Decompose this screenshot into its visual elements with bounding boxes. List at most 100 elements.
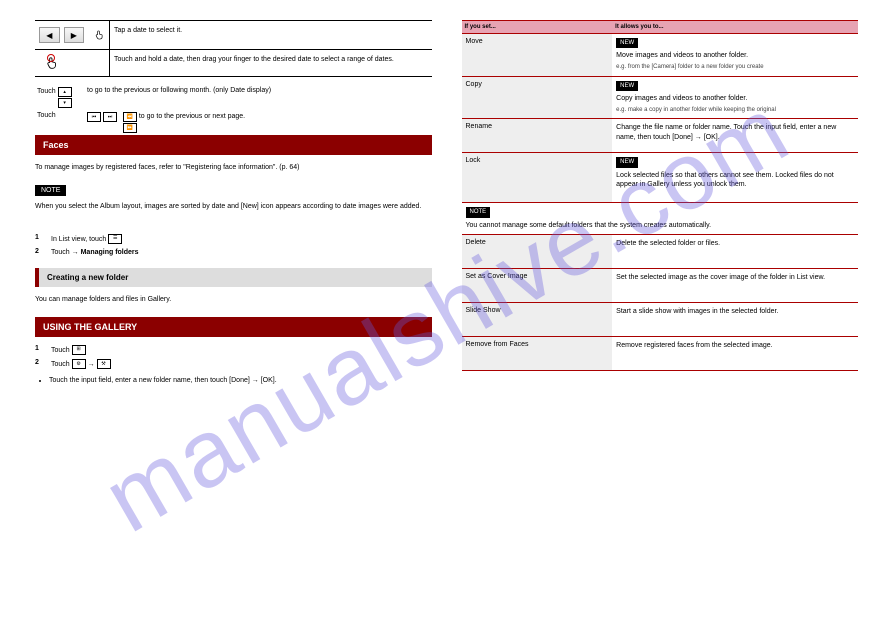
step: 1 Touch ⊞ bbox=[35, 345, 432, 356]
footer-right: to go to the previous or following month… bbox=[85, 85, 432, 110]
arrow: → bbox=[88, 361, 95, 368]
table-cell: Tap a date to select it. bbox=[110, 21, 432, 49]
table-row: Lock NEW Lock selected files so that oth… bbox=[462, 153, 859, 203]
left-column: ◀ ▶ Tap a date to select it. Touch and h… bbox=[35, 20, 432, 393]
header-cell: It allows you to... bbox=[612, 21, 858, 33]
up-icon: ▴ bbox=[58, 87, 72, 97]
note-tag: NOTE bbox=[35, 185, 66, 196]
table-cell: NEW Copy images and videos to another fo… bbox=[612, 77, 858, 119]
content-text: To manage images by registered faces, re… bbox=[35, 161, 432, 175]
table-row: Set as Cover Image Set the selected imag… bbox=[462, 269, 859, 303]
step-text: In List view, touch ☰ bbox=[51, 234, 432, 245]
list-icon: ☰ bbox=[108, 234, 122, 244]
skip-next-icon: ⏩ bbox=[123, 123, 137, 133]
table-row: Copy NEW Copy images and videos to anoth… bbox=[462, 77, 859, 120]
new-tag: NEW bbox=[616, 81, 638, 91]
text: to go to the previous or next page. bbox=[139, 113, 245, 120]
right-column: If you set... It allows you to... Move N… bbox=[462, 20, 859, 393]
table-row: Move NEW Move images and videos to anoth… bbox=[462, 34, 859, 77]
section-header-gallery: USING THE GALLERY bbox=[35, 317, 432, 337]
text: Touch bbox=[51, 347, 70, 354]
example-text: e.g. make a copy in another folder while… bbox=[616, 106, 854, 114]
touch-hold-hand-icon bbox=[45, 56, 59, 70]
step-text: Touch ⊞ bbox=[51, 345, 432, 356]
step: 2 Touch → Managing folders bbox=[35, 248, 432, 258]
table-row: Remove from Faces Remove registered face… bbox=[462, 337, 859, 371]
list-item: Touch the input field, enter a new folde… bbox=[49, 376, 432, 387]
table-cell: Delete bbox=[462, 235, 613, 268]
text: Touch bbox=[51, 361, 70, 368]
content-text: You can manage folders and files in Gall… bbox=[35, 293, 432, 307]
touch-cell bbox=[35, 50, 110, 76]
tools-icon: ⚒ bbox=[97, 359, 111, 369]
skip-prev-icon: ⏪ bbox=[123, 112, 137, 122]
footer-row: Touch ▴ ▾ to go to the previous or follo… bbox=[35, 85, 432, 110]
table-cell: Touch and hold a date, then drag your fi… bbox=[110, 50, 432, 76]
note-text: You cannot manage some default folders t… bbox=[466, 221, 855, 231]
section-header-faces: Faces bbox=[35, 135, 432, 155]
prev-page-icon: ⏮ bbox=[87, 112, 101, 122]
table-cell: Remove from Faces bbox=[462, 337, 613, 370]
table-cell: Slide Show bbox=[462, 303, 613, 336]
step-text: Touch ⚙ → ⚒ bbox=[51, 359, 432, 370]
table-row: Rename Change the file name or folder na… bbox=[462, 119, 859, 153]
example-text: e.g. from the [Camera] folder to a new f… bbox=[616, 63, 854, 71]
step: 2 Touch ⚙ → ⚒ bbox=[35, 359, 432, 370]
bullet-list: Touch the input field, enter a new folde… bbox=[49, 376, 432, 387]
text: Move images and videos to another folder… bbox=[616, 51, 854, 61]
table-cell: Copy bbox=[462, 77, 613, 119]
text: Lock selected files so that others canno… bbox=[616, 171, 854, 191]
next-page-icon: ⏭ bbox=[103, 112, 117, 122]
table-cell: NEW Move images and videos to another fo… bbox=[612, 34, 858, 76]
table-cell: Set the selected image as the cover imag… bbox=[612, 269, 858, 302]
new-tag: NEW bbox=[616, 38, 638, 48]
text: Change the file name or folder name. Tou… bbox=[616, 123, 854, 143]
text: to go to the previous or following month… bbox=[87, 87, 430, 94]
table-cell: Remove registered faces from the selecte… bbox=[612, 337, 858, 370]
prev-button[interactable]: ◀ bbox=[39, 27, 60, 43]
table-cell: NEW Lock selected files so that others c… bbox=[612, 153, 858, 202]
table-header: If you set... It allows you to... bbox=[462, 20, 859, 34]
table-row: ◀ ▶ Tap a date to select it. bbox=[35, 20, 432, 49]
step-number: 2 bbox=[35, 248, 45, 255]
step: 1 In List view, touch ☰ bbox=[35, 234, 432, 245]
step-number: 1 bbox=[35, 234, 45, 241]
footer-left: Touch ▴ ▾ bbox=[35, 85, 85, 110]
text: Touch bbox=[37, 88, 56, 95]
nav-cell: ◀ ▶ bbox=[35, 21, 110, 49]
table-cell: Move bbox=[462, 34, 613, 76]
footer-row: Touch ⏮ ⏭ ⏪ ⏩ to go to the previous or n… bbox=[35, 110, 432, 135]
arrow: → bbox=[72, 249, 79, 256]
tap-hand-icon bbox=[94, 28, 105, 42]
note-block: NOTE When you select the Album layout, i… bbox=[35, 185, 432, 214]
table-cell: Start a slide show with images in the se… bbox=[612, 303, 858, 336]
text: Touch bbox=[37, 112, 56, 119]
text: Touch bbox=[51, 249, 70, 256]
table-cell: Rename bbox=[462, 119, 613, 152]
subsection-header: Creating a new folder bbox=[35, 268, 432, 287]
new-tag: NEW bbox=[616, 157, 638, 167]
text-bold: Managing folders bbox=[81, 249, 139, 256]
gear-icon: ⚙ bbox=[72, 359, 86, 369]
icon-stack: ▴ ▾ bbox=[58, 87, 72, 108]
note-tag: NOTE bbox=[466, 207, 491, 217]
icon-stack: ⏪ ⏩ bbox=[123, 112, 137, 133]
step-text: Touch → Managing folders bbox=[51, 248, 432, 258]
footer-left: Touch bbox=[35, 110, 85, 135]
table-cell: Set as Cover Image bbox=[462, 269, 613, 302]
table-row: Touch and hold a date, then drag your fi… bbox=[35, 49, 432, 77]
table-cell: Change the file name or folder name. Tou… bbox=[612, 119, 858, 152]
note-row: NOTE You cannot manage some default fold… bbox=[462, 203, 859, 235]
footer-right: ⏮ ⏭ ⏪ ⏩ to go to the previous or next pa… bbox=[85, 110, 432, 135]
next-button[interactable]: ▶ bbox=[64, 27, 85, 43]
table-cell: Lock bbox=[462, 153, 613, 202]
step-number: 2 bbox=[35, 359, 45, 366]
text: Copy images and videos to another folder… bbox=[616, 94, 854, 104]
header-cell: If you set... bbox=[462, 21, 613, 33]
table-cell: Delete the selected folder or files. bbox=[612, 235, 858, 268]
down-icon: ▾ bbox=[58, 98, 72, 108]
table-row: Slide Show Start a slide show with image… bbox=[462, 303, 859, 337]
text: In List view, touch bbox=[51, 235, 106, 242]
grid-icon: ⊞ bbox=[72, 345, 86, 355]
note-body: When you select the Album layout, images… bbox=[35, 200, 432, 214]
